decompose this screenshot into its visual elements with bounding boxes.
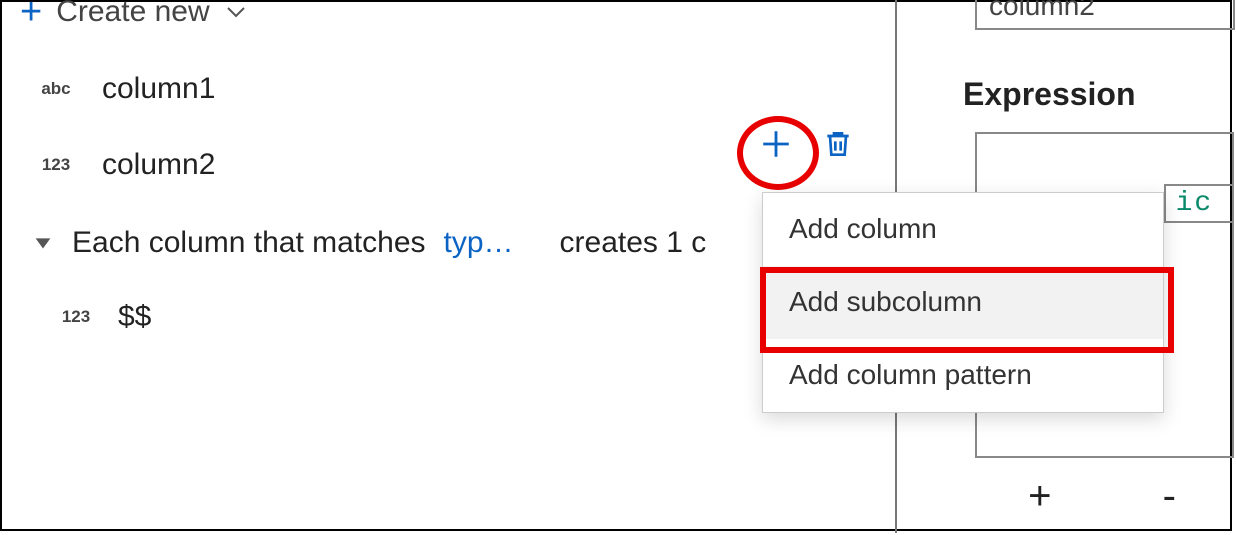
type-123-icon: 123 [56,307,96,327]
menu-add-column-pattern[interactable]: Add column pattern [763,339,1163,412]
subcolumn-name: $$ [118,300,151,334]
type-123-icon: 123 [36,155,76,175]
column-name-input[interactable]: column2 [975,0,1235,30]
create-new-row[interactable]: + Create new [2,0,895,32]
triangle-down-icon [32,232,54,254]
menu-add-column[interactable]: Add column [763,193,1163,266]
expression-label: Expression [963,76,1136,113]
column-row[interactable]: abc column1 [36,72,895,106]
match-type-link[interactable]: typ… [444,226,514,260]
chevron-down-icon [224,0,248,24]
plus-button[interactable]: + [975,474,1105,519]
minus-button[interactable]: - [1105,474,1235,519]
expression-fragment: ic [1164,184,1232,223]
app-frame: + Create new abc column1 123 column2 [0,0,1232,531]
create-new-label: Create new [56,0,209,29]
column-name: column1 [102,72,215,106]
add-icon[interactable] [758,126,794,162]
match-suffix: creates 1 c [560,226,707,260]
column-name: column2 [102,148,215,182]
row-actions [758,126,856,162]
add-menu: Add column Add subcolumn Add column patt… [762,192,1164,413]
plus-minus-row: + - [975,474,1234,519]
type-abc-icon: abc [36,79,76,99]
trash-icon[interactable] [820,126,856,162]
match-prefix: Each column that matches [72,226,426,260]
menu-add-subcolumn[interactable]: Add subcolumn [763,266,1163,339]
plus-icon: + [20,0,42,31]
